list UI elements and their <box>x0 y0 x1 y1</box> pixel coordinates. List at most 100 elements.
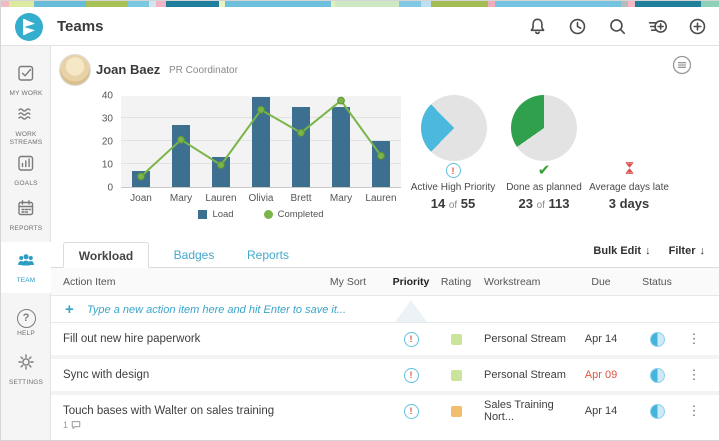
legend-label: Completed <box>277 209 324 220</box>
history-clock-icon[interactable] <box>568 17 587 36</box>
tab-badges[interactable]: Badges <box>159 242 229 268</box>
user-name: Joan Baez <box>96 62 161 77</box>
bell-icon[interactable] <box>528 17 547 36</box>
y-tick: 30 <box>101 113 113 125</box>
comment-bubble-icon <box>71 421 81 430</box>
bar-chart-icon <box>18 155 34 171</box>
tab-workload[interactable]: Workload <box>63 242 149 268</box>
left-sidebar: MY WORK WORK STREAMS GOALS REPORTS TEAM … <box>1 46 51 440</box>
filter-button[interactable]: Filter ↓ <box>669 245 705 257</box>
main-content: Joan Baez PR Coordinator 0 10 20 30 40 Joan M… <box>51 46 719 440</box>
status-half-icon[interactable] <box>649 331 665 347</box>
rating-badge[interactable] <box>450 333 462 345</box>
col-my-sort[interactable]: My Sort <box>323 268 373 296</box>
chart-y-axis: 0 10 20 30 40 <box>89 91 117 194</box>
bulk-edit-button[interactable]: Bulk Edit ↓ <box>593 245 650 257</box>
sidebar-item-reports[interactable]: REPORTS <box>1 198 51 233</box>
table-row[interactable]: Fill out new hire paperwork ! Personal S… <box>51 323 719 359</box>
x-tick: Lauren <box>205 193 237 204</box>
legend-label: Load <box>212 209 234 220</box>
checkbox-icon <box>18 65 34 81</box>
action-item-title[interactable]: Fill out new hire paperwork <box>63 323 200 355</box>
card-menu-icon[interactable] <box>671 54 693 76</box>
x-tick: Mary <box>169 193 193 204</box>
sidebar-item-goals[interactable]: GOALS <box>1 153 51 188</box>
waves-icon <box>18 108 31 120</box>
x-tick: Brett <box>290 193 312 204</box>
col-workstream[interactable]: Workstream <box>484 268 540 296</box>
rating-badge[interactable] <box>450 405 462 417</box>
kebab-menu-icon[interactable]: ⋮ <box>687 398 701 424</box>
sidebar-item-label: TEAM <box>16 277 36 284</box>
add-action-item-icon[interactable]: + <box>65 296 74 323</box>
priority-exclamation-icon[interactable]: ! <box>403 403 419 419</box>
table-toolbar: Bulk Edit ↓ Filter ↓ <box>593 245 705 257</box>
col-status[interactable]: Status <box>637 268 677 296</box>
rating-badge[interactable] <box>450 369 462 381</box>
x-tick: Olivia <box>248 193 274 204</box>
check-icon: ✔ <box>537 162 551 179</box>
status-half-icon[interactable] <box>649 403 665 419</box>
status-half-icon[interactable] <box>649 367 665 383</box>
sidebar-item-label: SETTINGS <box>8 379 44 386</box>
table-header: Action Item My Sort Priority Rating Work… <box>51 268 719 296</box>
question-icon: ? <box>16 308 36 328</box>
col-priority[interactable]: Priority <box>386 268 436 296</box>
quick-add-icon[interactable] <box>648 17 668 36</box>
col-due[interactable]: Due <box>576 268 626 296</box>
sidebar-item-work-streams[interactable]: WORK STREAMS <box>1 104 51 146</box>
sidebar-item-settings[interactable]: SETTINGS <box>1 352 51 387</box>
metric-label: Average days late <box>589 182 669 193</box>
sidebar-item-team[interactable]: TEAM <box>1 242 51 293</box>
avatar[interactable] <box>59 54 91 86</box>
workstream-value[interactable]: Personal Stream <box>484 323 584 355</box>
kebab-menu-icon[interactable]: ⋮ <box>687 359 701 391</box>
app-window: Teams MY WORK WORK STREAMS GOALS REPORTS… <box>0 0 720 441</box>
hourglass-icon <box>623 161 636 180</box>
table-row[interactable]: Sync with design ! Personal Stream Apr 0… <box>51 359 719 395</box>
priority-exclamation-icon[interactable]: ! <box>403 331 419 347</box>
sidebar-item-help[interactable]: ? HELP <box>1 308 51 337</box>
page-title: Teams <box>57 18 104 35</box>
legend-item-load: Load <box>198 209 234 220</box>
col-action-item[interactable]: Action Item <box>63 268 116 296</box>
load-swatch <box>198 210 208 219</box>
priority-exclamation-icon[interactable]: ! <box>403 367 419 383</box>
gear-icon <box>18 354 34 370</box>
sidebar-item-label: REPORTS <box>9 225 43 232</box>
table-row[interactable]: Touch bases with Walter on sales trainin… <box>51 395 719 434</box>
top-header: Teams <box>1 7 719 46</box>
sidebar-item-my-work[interactable]: MY WORK <box>1 63 51 98</box>
metric-value: 3 days <box>608 196 650 211</box>
app-logo[interactable] <box>15 13 43 41</box>
x-tick: Mary <box>329 193 353 204</box>
chart-x-axis: Joan Mary Lauren Olivia Brett Mary Lauren <box>121 193 401 204</box>
legend-item-completed: Completed <box>263 209 324 220</box>
calendar-icon <box>18 200 34 216</box>
due-date[interactable]: Apr 14 <box>576 323 626 355</box>
new-action-item-input[interactable] <box>87 296 417 323</box>
y-tick: 0 <box>107 182 113 194</box>
workstream-value[interactable]: Personal Stream <box>484 359 584 391</box>
action-item-title[interactable]: Touch bases with Walter on sales trainin… <box>63 398 274 424</box>
search-icon[interactable] <box>608 17 627 36</box>
arrow-down-icon: ↓ <box>645 245 651 257</box>
pie-active-high-priority <box>421 95 487 161</box>
action-item-title[interactable]: Sync with design <box>63 359 149 391</box>
due-date[interactable]: Apr 09 <box>576 359 626 391</box>
y-tick: 40 <box>101 90 113 102</box>
pie-done-as-planned <box>511 95 577 161</box>
comment-count[interactable]: 1 <box>63 420 81 430</box>
col-rating[interactable]: Rating <box>436 268 476 296</box>
y-tick: 20 <box>101 136 113 148</box>
kebab-menu-icon[interactable]: ⋮ <box>687 323 701 355</box>
metric-average-days-late: Average days late 3 days <box>574 162 684 211</box>
chart-legend: Load Completed <box>121 209 401 220</box>
workstream-value[interactable]: Sales Training Nort... <box>484 398 584 424</box>
tab-reports[interactable]: Reports <box>233 242 303 268</box>
due-date[interactable]: Apr 14 <box>576 398 626 424</box>
user-role: PR Coordinator <box>169 64 238 76</box>
add-icon[interactable] <box>688 17 707 36</box>
sidebar-item-label: HELP <box>17 329 35 337</box>
x-tick: Lauren <box>365 193 397 204</box>
